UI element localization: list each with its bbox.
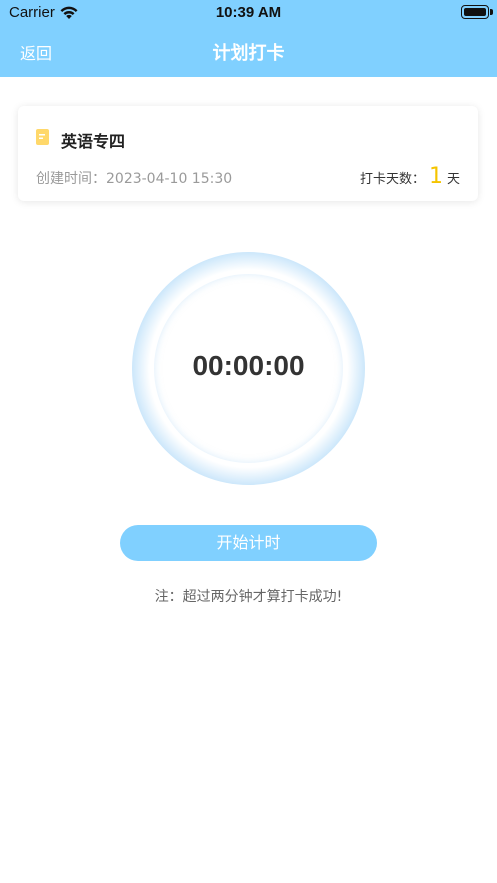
days-value: 1 bbox=[428, 164, 443, 189]
created-time: 创建时间：2023-04-10 15:30 bbox=[36, 171, 233, 187]
days-label: 打卡天数： bbox=[359, 172, 425, 187]
plan-card: 英语专四 创建时间：2023-04-10 15:30 打卡天数： 1 天 bbox=[18, 106, 478, 201]
checkin-note: 注：超过两分钟才算打卡成功! bbox=[154, 589, 343, 605]
page-title: 计划打卡 bbox=[212, 43, 285, 64]
checkin-days: 打卡天数： 1 天 bbox=[360, 164, 460, 189]
days-unit: 天 bbox=[446, 172, 460, 187]
nav-header: Carrier 10:39 AM 返回 计划打卡 bbox=[0, 0, 497, 77]
timer-display: 00:00:00 bbox=[192, 350, 305, 381]
note-icon bbox=[36, 129, 49, 145]
status-time: 10:39 AM bbox=[215, 4, 282, 21]
start-timer-button[interactable]: 开始计时 bbox=[120, 525, 377, 561]
status-bar: Carrier 10:39 AM bbox=[0, 0, 497, 26]
battery-tip bbox=[490, 9, 493, 15]
plan-name: 英语专四 bbox=[61, 132, 126, 151]
battery-icon bbox=[461, 5, 489, 19]
